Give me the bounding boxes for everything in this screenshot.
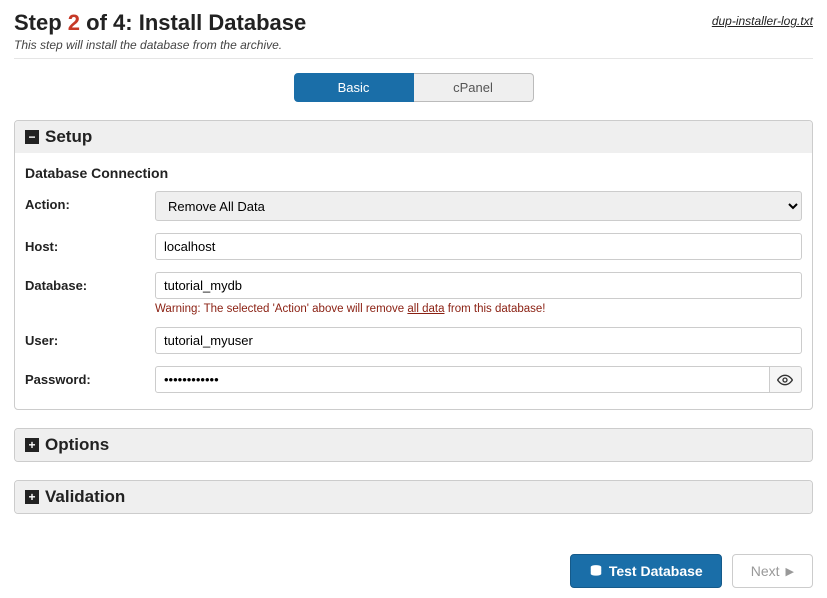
database-icon bbox=[589, 564, 603, 578]
next-label: Next bbox=[751, 563, 780, 579]
tab-basic[interactable]: Basic bbox=[294, 73, 414, 102]
options-panel-header[interactable]: + Options bbox=[15, 429, 812, 461]
test-database-button[interactable]: Test Database bbox=[570, 554, 722, 588]
test-database-label: Test Database bbox=[609, 563, 703, 579]
database-label: Database: bbox=[25, 272, 155, 293]
user-input[interactable] bbox=[155, 327, 802, 354]
password-input[interactable] bbox=[155, 366, 770, 393]
step-title: Step 2 of 4: Install Database bbox=[14, 10, 306, 36]
mode-tabs: Basic cPanel bbox=[14, 73, 813, 102]
installer-log-link[interactable]: dup-installer-log.txt bbox=[712, 14, 813, 28]
action-label: Action: bbox=[25, 191, 155, 212]
footer-buttons: Test Database Next ▶ bbox=[14, 554, 813, 588]
validation-panel: + Validation bbox=[14, 480, 813, 514]
chevron-right-icon: ▶ bbox=[786, 565, 794, 578]
page-header: Step 2 of 4: Install Database This step … bbox=[14, 10, 813, 59]
user-label: User: bbox=[25, 327, 155, 348]
warning-pre: Warning: The selected 'Action' above wil… bbox=[155, 303, 407, 315]
setup-panel-header[interactable]: − Setup bbox=[15, 121, 812, 153]
tab-cpanel[interactable]: cPanel bbox=[414, 73, 534, 102]
validation-title: Validation bbox=[45, 487, 125, 507]
options-panel: + Options bbox=[14, 428, 813, 462]
step-name: Install Database bbox=[139, 10, 307, 35]
toggle-password-visibility[interactable] bbox=[770, 366, 802, 393]
password-label: Password: bbox=[25, 366, 155, 387]
options-title: Options bbox=[45, 435, 109, 455]
step-label-pre: Step bbox=[14, 10, 68, 35]
setup-panel: − Setup Database Connection Action: Remo… bbox=[14, 120, 813, 410]
next-button[interactable]: Next ▶ bbox=[732, 554, 813, 588]
database-connection-heading: Database Connection bbox=[25, 165, 802, 181]
database-warning: Warning: The selected 'Action' above wil… bbox=[155, 303, 802, 315]
setup-title: Setup bbox=[45, 127, 92, 147]
subtitle: This step will install the database from… bbox=[14, 38, 306, 52]
host-label: Host: bbox=[25, 233, 155, 254]
minus-icon: − bbox=[25, 130, 39, 144]
eye-icon bbox=[777, 372, 793, 388]
step-label-mid: of 4: bbox=[80, 10, 139, 35]
step-number: 2 bbox=[68, 10, 80, 35]
validation-panel-header[interactable]: + Validation bbox=[15, 481, 812, 513]
plus-icon: + bbox=[25, 490, 39, 504]
action-select[interactable]: Remove All Data bbox=[155, 191, 802, 221]
database-input[interactable] bbox=[155, 272, 802, 299]
warning-post: from this database! bbox=[445, 303, 546, 315]
host-input[interactable] bbox=[155, 233, 802, 260]
all-data-link[interactable]: all data bbox=[407, 303, 444, 315]
plus-icon: + bbox=[25, 438, 39, 452]
